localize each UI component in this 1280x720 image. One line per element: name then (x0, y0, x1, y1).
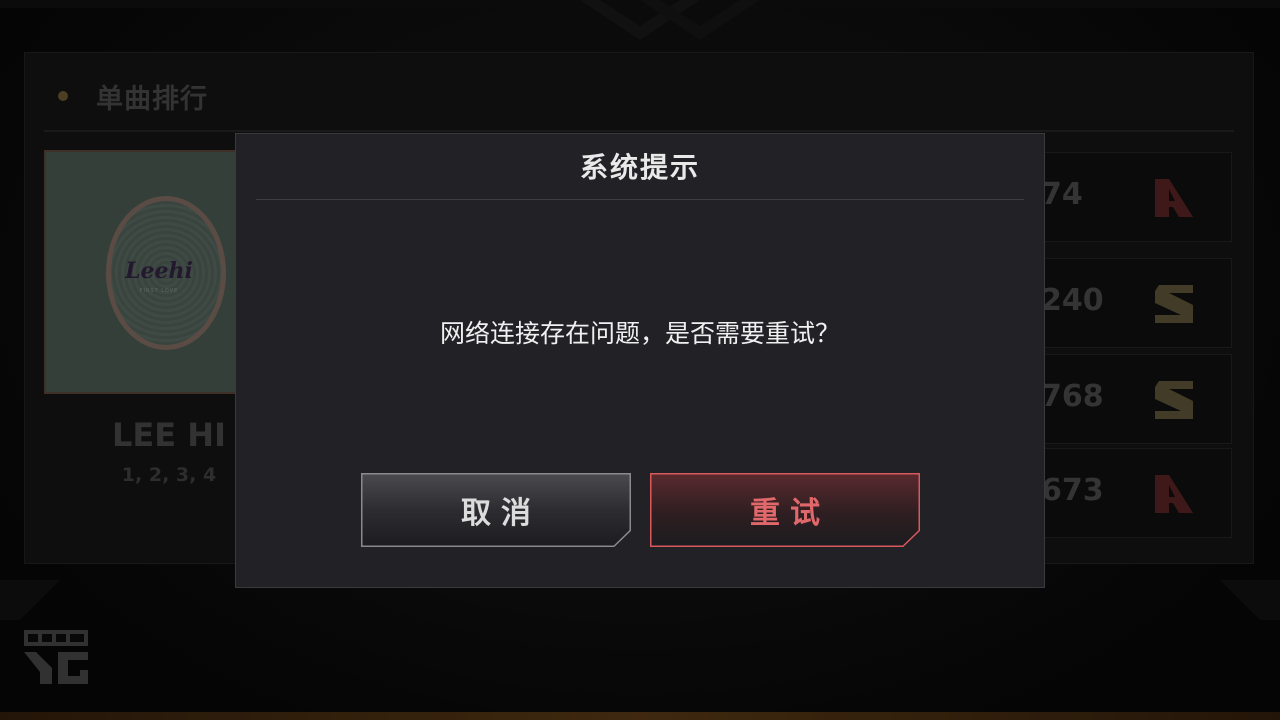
system-dialog: 系统提示 网络连接存在问题，是否需要重试？ 取消 重试 (235, 133, 1045, 588)
game-screen: 单曲排行 Leehi FIRST LOVE LEE HI 1, 2, 3, 4 … (0, 0, 1280, 720)
cancel-button-label: 取消 (461, 496, 541, 531)
retry-button-label: 重试 (750, 496, 830, 531)
dialog-message: 网络连接存在问题，是否需要重试？ (439, 319, 840, 348)
retry-button[interactable]: 重试 (650, 473, 920, 547)
dialog-divider (256, 199, 1024, 200)
cancel-button[interactable]: 取消 (361, 473, 631, 547)
dialog-title: 系统提示 (579, 151, 700, 184)
